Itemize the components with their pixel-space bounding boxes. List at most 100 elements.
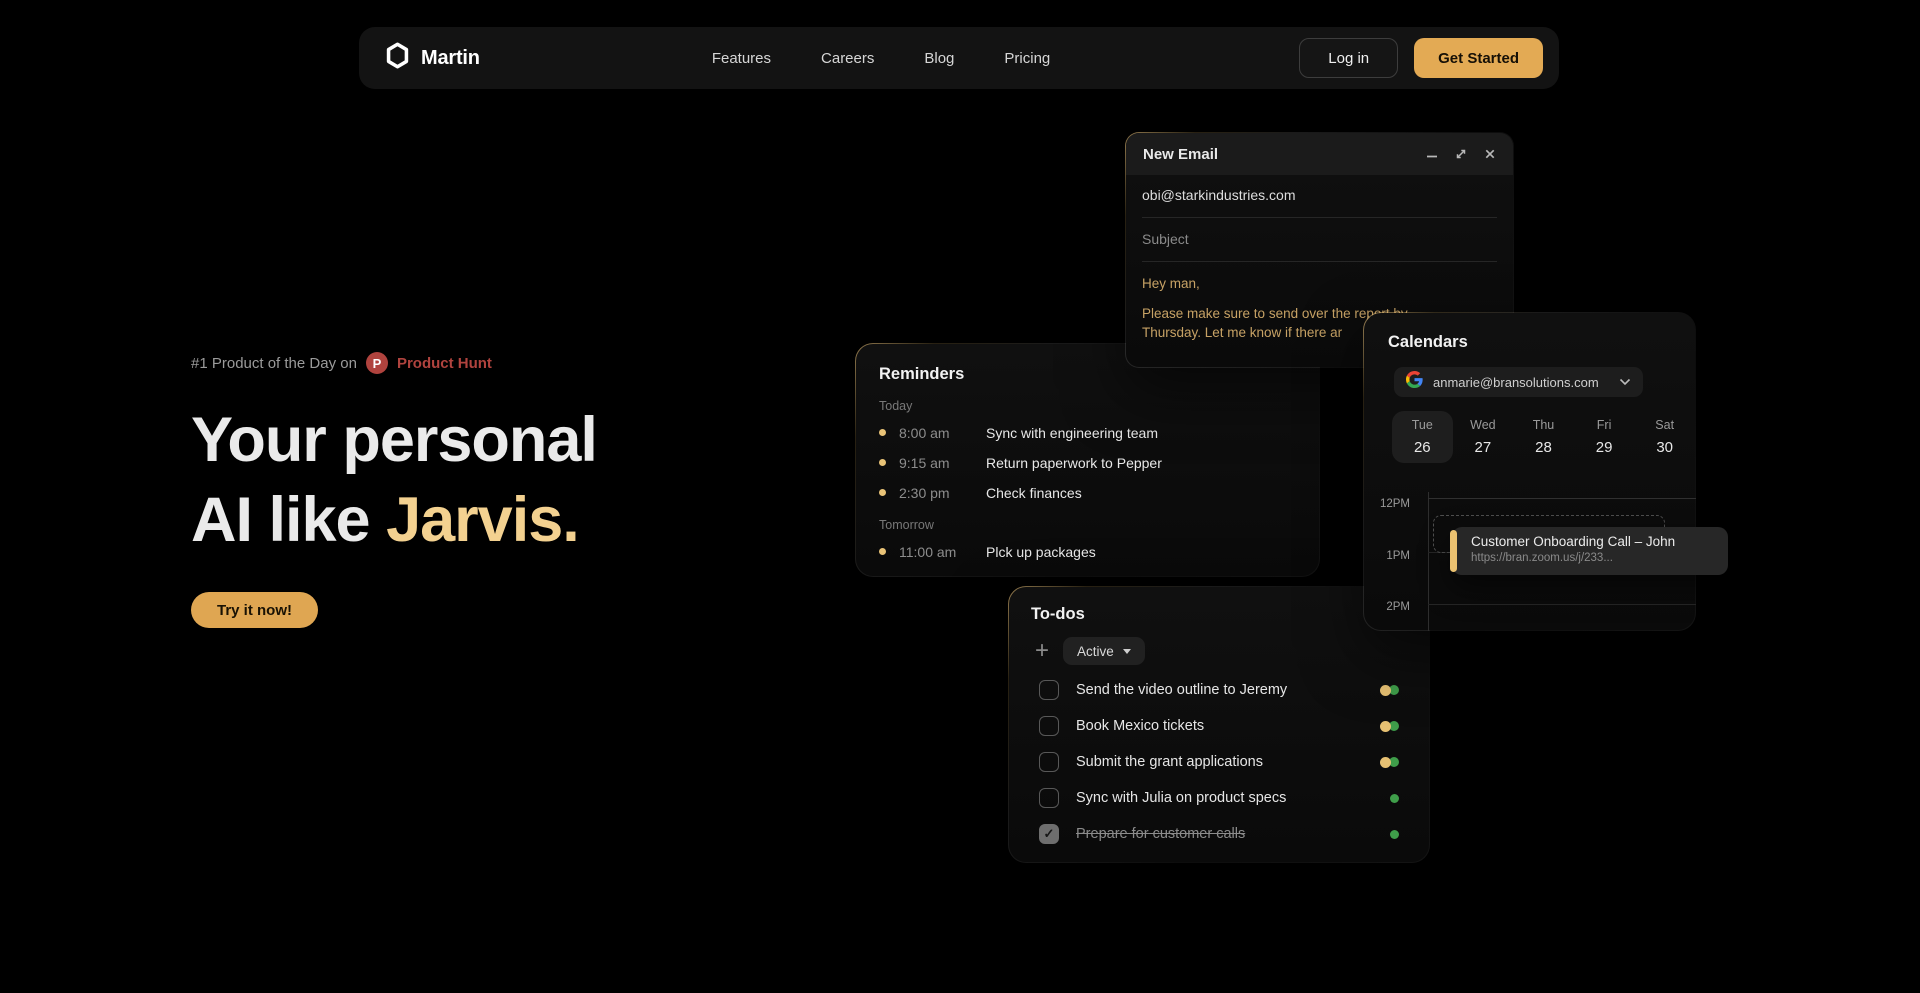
email-titlebar[interactable]: New Email — [1126, 133, 1513, 175]
add-todo-icon[interactable]: + — [1035, 641, 1049, 661]
todo-checkbox[interactable] — [1039, 680, 1059, 700]
todo-indicator-dual-icon[interactable] — [1380, 685, 1399, 696]
close-icon[interactable] — [1483, 148, 1496, 161]
navbar: Martin Features Careers Blog Pricing Log… — [359, 27, 1559, 89]
event-zoom-link[interactable]: https://bran.zoom.us/j/233... — [1471, 552, 1728, 564]
brand-name: Martin — [421, 47, 480, 70]
nav-link-pricing[interactable]: Pricing — [1004, 50, 1050, 67]
nav-actions: Log in Get Started — [1299, 38, 1543, 78]
email-subject-field[interactable]: Subject — [1142, 218, 1497, 262]
grid-line — [1428, 604, 1695, 605]
calendar-day[interactable]: Thu 28 — [1513, 411, 1574, 463]
day-name: Fri — [1597, 418, 1612, 432]
reminder-time: 9:15 am — [899, 455, 966, 471]
nav-link-blog[interactable]: Blog — [924, 50, 954, 67]
grid-line — [1428, 498, 1695, 499]
todo-row: Sync with Julia on product specs — [1031, 787, 1407, 809]
todo-indicator-dual-icon[interactable] — [1380, 721, 1399, 732]
email-to-field[interactable]: obi@starkindustries.com — [1142, 175, 1497, 218]
todo-indicator-dual-icon[interactable] — [1380, 757, 1399, 768]
hero-section: #1 Product of the Day on P Product Hunt … — [191, 352, 831, 628]
event-accent-bar — [1450, 530, 1457, 572]
brand[interactable]: Martin — [385, 42, 480, 74]
hero-heading-line1: Your personal — [191, 405, 597, 475]
reminder-row[interactable]: 11:00 am Plck up packages — [879, 541, 1295, 562]
todo-task: Sync with Julia on product specs — [1076, 790, 1286, 806]
reminders-group-tomorrow: Tomorrow — [879, 518, 1295, 532]
todo-checkbox[interactable] — [1039, 716, 1059, 736]
day-name: Thu — [1533, 418, 1555, 432]
calendars-card: Calendars anmarie@bransolutions.com Tue … — [1363, 312, 1696, 631]
reminder-row[interactable]: 8:00 am Sync with engineering team — [879, 422, 1295, 443]
day-number: 27 — [1475, 439, 1492, 456]
day-number: 30 — [1656, 439, 1673, 456]
day-number: 28 — [1535, 439, 1552, 456]
reminder-dot-icon — [879, 429, 886, 436]
reminders-card: Reminders Today 8:00 am Sync with engine… — [855, 343, 1320, 577]
email-body-greeting[interactable]: Hey man, — [1142, 262, 1497, 291]
minimize-icon[interactable] — [1425, 148, 1438, 161]
reminder-task: Return paperwork to Pepper — [986, 455, 1162, 471]
todos-title: To-dos — [1031, 605, 1407, 624]
todo-checkbox[interactable] — [1039, 788, 1059, 808]
reminder-row[interactable]: 2:30 pm Check finances — [879, 482, 1295, 503]
hero-heading: Your personal AI like Jarvis. — [191, 400, 831, 560]
reminder-dot-icon — [879, 489, 886, 496]
reminder-task: Sync with engineering team — [986, 425, 1158, 441]
calendar-days-row: Tue 26 Wed 27 Thu 28 Fri 29 Sat 30 — [1364, 411, 1695, 463]
todo-row: ✓ Prepare for customer calls — [1031, 823, 1407, 845]
todos-filter-dropdown[interactable]: Active — [1063, 637, 1145, 665]
reminder-task: Plck up packages — [986, 544, 1096, 560]
try-it-now-button[interactable]: Try it now! — [191, 592, 318, 628]
calendar-day[interactable]: Fri 29 — [1574, 411, 1635, 463]
event-title: Customer Onboarding Call – John — [1471, 534, 1728, 549]
calendar-day[interactable]: Sat 30 — [1634, 411, 1695, 463]
day-name: Tue — [1412, 418, 1433, 432]
get-started-button[interactable]: Get Started — [1414, 38, 1543, 78]
todo-indicator-green-icon[interactable] — [1390, 794, 1399, 803]
todo-checkbox[interactable] — [1039, 752, 1059, 772]
nav-links: Features Careers Blog Pricing — [712, 50, 1050, 67]
calendar-day[interactable]: Wed 27 — [1453, 411, 1514, 463]
google-icon — [1406, 371, 1423, 393]
time-label: 12PM — [1364, 498, 1410, 510]
reminders-group-today: Today — [879, 399, 1295, 413]
todo-task: Send the video outline to Jeremy — [1076, 682, 1287, 698]
day-name: Wed — [1470, 418, 1495, 432]
martin-logo-hexagon-icon — [385, 42, 410, 74]
product-hunt-icon: P — [366, 352, 388, 374]
todo-row: Submit the grant applications — [1031, 751, 1407, 773]
reminder-row[interactable]: 9:15 am Return paperwork to Pepper — [879, 452, 1295, 473]
product-hunt-label[interactable]: Product Hunt — [397, 355, 492, 372]
product-hunt-badge: #1 Product of the Day on P Product Hunt — [191, 352, 831, 374]
day-number: 26 — [1414, 439, 1431, 456]
chevron-down-icon[interactable] — [1619, 378, 1631, 386]
calendar-account-selector[interactable]: anmarie@bransolutions.com — [1394, 367, 1643, 397]
reminder-time: 11:00 am — [899, 544, 966, 560]
todo-task: Book Mexico tickets — [1076, 718, 1204, 734]
todo-task: Submit the grant applications — [1076, 754, 1263, 770]
calendar-account-email: anmarie@bransolutions.com — [1433, 375, 1599, 390]
todos-filter-label: Active — [1077, 644, 1114, 659]
todo-row: Book Mexico tickets — [1031, 715, 1407, 737]
calendar-day-selected[interactable]: Tue 26 — [1392, 411, 1453, 463]
login-button[interactable]: Log in — [1299, 38, 1398, 78]
time-label: 2PM — [1364, 601, 1410, 613]
page: Martin Features Careers Blog Pricing Log… — [0, 0, 1920, 993]
badge-prefix-text: #1 Product of the Day on — [191, 355, 357, 372]
day-name: Sat — [1655, 418, 1674, 432]
window-controls — [1425, 148, 1496, 161]
expand-icon[interactable] — [1454, 148, 1467, 161]
calendars-title: Calendars — [1364, 333, 1695, 352]
nav-link-features[interactable]: Features — [712, 50, 771, 67]
todo-indicator-green-icon[interactable] — [1390, 830, 1399, 839]
todo-row: Send the video outline to Jeremy — [1031, 679, 1407, 701]
nav-link-careers[interactable]: Careers — [821, 50, 874, 67]
time-label: 1PM — [1364, 550, 1410, 562]
calendar-event-tooltip[interactable]: Customer Onboarding Call – John https://… — [1452, 527, 1728, 575]
todo-checkbox-checked[interactable]: ✓ — [1039, 824, 1059, 844]
chevron-down-icon — [1123, 649, 1131, 654]
reminder-dot-icon — [879, 548, 886, 555]
todos-controls: + Active — [1031, 637, 1407, 665]
email-window-title: New Email — [1143, 146, 1218, 163]
